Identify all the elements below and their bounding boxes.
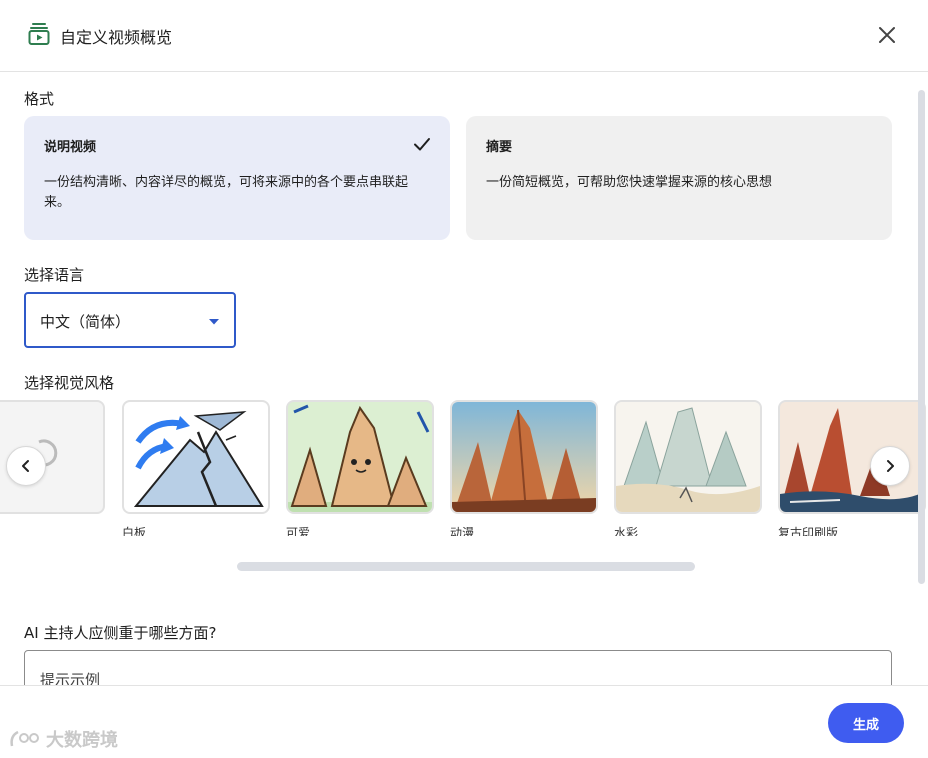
style-label: 可爱: [286, 526, 311, 536]
style-option-whiteboard[interactable]: 白板: [122, 400, 270, 536]
style-thumbnail: [450, 400, 598, 514]
style-option-watercolor[interactable]: 水彩: [614, 400, 762, 536]
format-option-title: 说明视频: [44, 140, 97, 155]
visual-style-carousel: 白板 可爱 动漫 水彩 复古印刷版: [0, 396, 928, 536]
style-label: 白板: [122, 526, 147, 536]
dialog-footer: 大数跨境 生成: [0, 685, 928, 758]
format-option-title: 摘要: [486, 140, 513, 155]
watermark-logo-icon: [10, 730, 39, 747]
generate-button[interactable]: 生成: [828, 703, 904, 743]
check-icon: [414, 138, 430, 151]
style-label: 复古印刷版: [778, 526, 839, 536]
format-label: 格式: [24, 90, 55, 108]
prompt-placeholder: 提示示例: [40, 671, 101, 685]
style-option-cute[interactable]: 可爱: [286, 400, 434, 536]
dialog-header: 自定义视频概览: [0, 0, 928, 72]
format-option-description: 一份简短概览，可帮助您快速掌握来源的核心思想: [486, 175, 773, 190]
customize-video-dialog: 自定义视频概览 格式 说明视频 一份结构清晰、内容详尽的概览，可将来源中的各个要…: [0, 0, 928, 758]
style-option-anime[interactable]: 动漫: [450, 400, 598, 536]
dropdown-caret-icon: [209, 319, 219, 325]
visual-style-label: 选择视觉风格: [24, 374, 115, 392]
carousel-prev-button[interactable]: [6, 446, 46, 486]
content-scrollbar[interactable]: [918, 90, 925, 584]
focus-prompt-input[interactable]: 提示示例: [24, 650, 892, 685]
dialog-title: 自定义视频概览: [60, 28, 173, 47]
chevron-right-icon: [887, 460, 894, 472]
close-button[interactable]: [872, 20, 902, 50]
carousel-next-button[interactable]: [870, 446, 910, 486]
style-label: 动漫: [450, 526, 475, 536]
style-thumbnail: [122, 400, 270, 514]
language-select[interactable]: 中文（简体）: [24, 292, 236, 348]
video-overview-icon: [28, 22, 50, 46]
chevron-left-icon: [22, 460, 29, 472]
close-icon: [879, 27, 895, 43]
focus-label: AI 主持人应侧重于哪些方面?: [24, 624, 217, 642]
style-thumbnail: [286, 400, 434, 514]
format-option-summary[interactable]: 摘要 一份简短概览，可帮助您快速掌握来源的核心思想: [466, 116, 892, 240]
style-thumbnail: [614, 400, 762, 514]
language-label: 选择语言: [24, 266, 85, 284]
watermark-text: 大数跨境: [46, 730, 118, 751]
dialog-content: 格式 说明视频 一份结构清晰、内容详尽的概览，可将来源中的各个要点串联起来。 摘…: [0, 72, 928, 685]
style-label: 水彩: [614, 526, 639, 536]
format-option-explainer[interactable]: 说明视频 一份结构清晰、内容详尽的概览，可将来源中的各个要点串联起来。: [24, 116, 450, 240]
watermark: 大数跨境: [8, 726, 118, 752]
language-value: 中文（简体）: [40, 313, 131, 331]
carousel-scrollbar[interactable]: [237, 562, 695, 571]
format-option-description: 一份结构清晰、内容详尽的概览，可将来源中的各个要点串联起来。: [44, 175, 409, 210]
